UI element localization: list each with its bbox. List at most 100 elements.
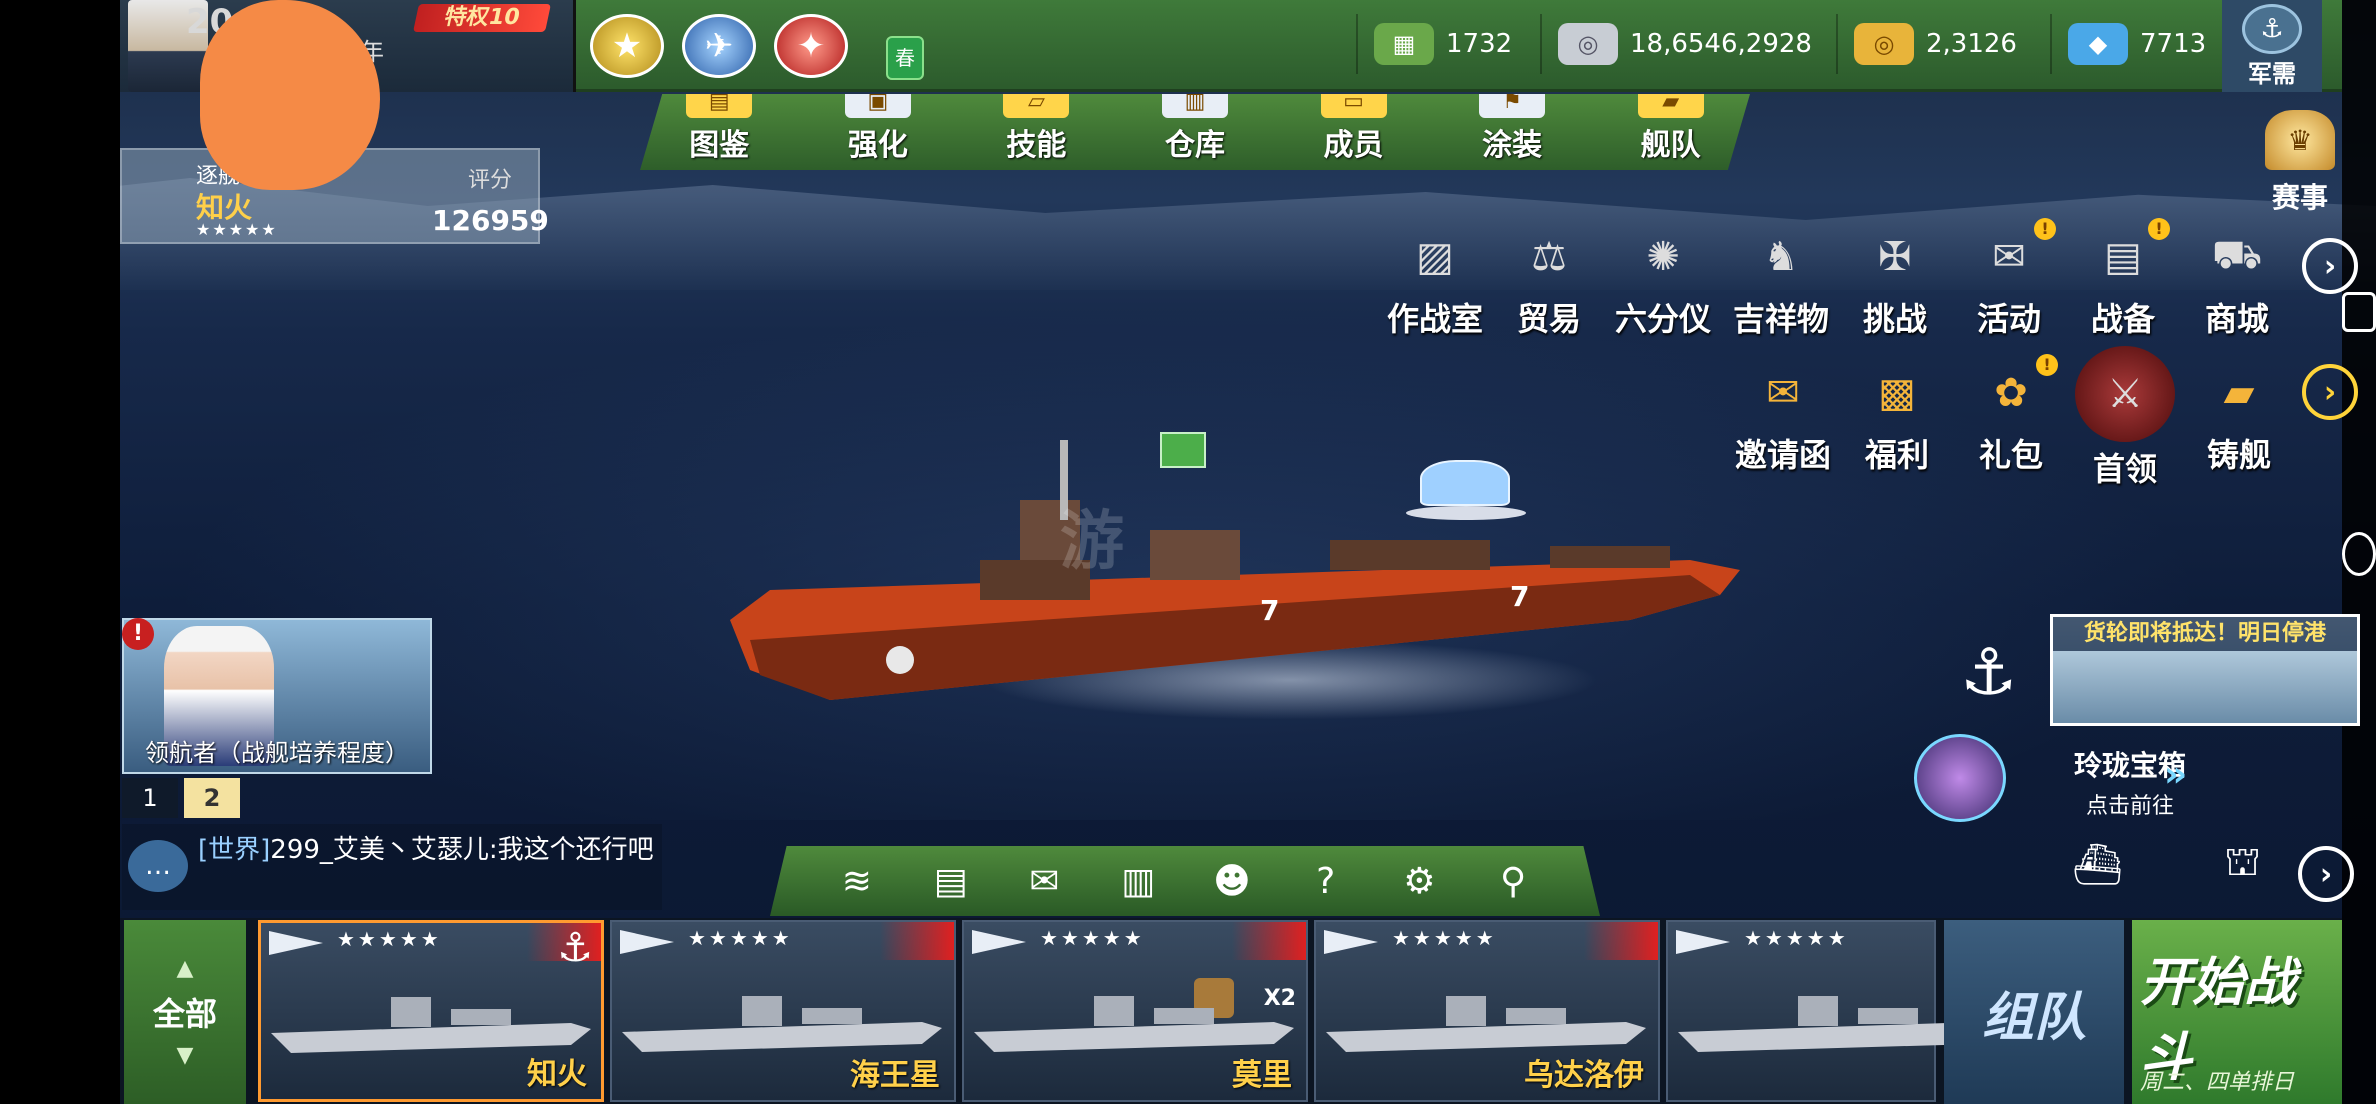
ship-card[interactable]: ★★★★★ 海王星 <box>610 920 956 1102</box>
chat-panel[interactable]: … [世界]299_艾美丶艾瑟儿:我这个还行吧 <box>122 824 662 910</box>
settings-gear-icon[interactable]: ⚙ <box>1389 856 1449 906</box>
ship-card[interactable]: ★★★★★ ⚓ 知火 <box>258 920 604 1102</box>
treasure-chest-icon: ▩ <box>1878 370 1916 416</box>
silver-currency[interactable]: ◎ 18,6546,2928 <box>1540 14 1812 74</box>
feature-activity[interactable]: ✉! 活动 <box>1954 218 2064 340</box>
ship-card[interactable]: ★★★★★ X2 莫里 <box>962 920 1308 1102</box>
watermark: 游 <box>1060 505 1124 579</box>
help-icon[interactable]: ? <box>1296 856 1356 906</box>
feature-boss[interactable]: ⚔ 首领 <box>2070 346 2180 490</box>
navy-medal-icon[interactable]: ✈ <box>682 14 756 78</box>
nav-codex[interactable]: ▤ 图鉴 <box>649 94 789 164</box>
rank-medal-icon[interactable]: ★ <box>590 14 664 78</box>
events-button[interactable]: ♛ 赛事 <box>2260 110 2340 220</box>
logistics-button[interactable]: ⚓ 军需 <box>2222 0 2322 92</box>
silver-coin-icon: ◎ <box>1558 23 1618 65</box>
side-tab-1[interactable] <box>2342 292 2376 332</box>
ship-class-icon <box>269 931 323 955</box>
friends-icon[interactable]: ☻ <box>1202 856 1262 906</box>
chat-channel: [世界] <box>198 835 271 865</box>
ingot-icon: ▰ <box>2223 370 2255 416</box>
chat-bubble-icon[interactable]: … <box>128 840 188 892</box>
start-battle-button[interactable]: 开始战斗 周二、四单排日 <box>2132 920 2342 1104</box>
nav-upgrade[interactable]: ▣ 强化 <box>808 94 948 164</box>
feature-challenge[interactable]: ✠ 挑战 <box>1840 222 1950 340</box>
nav-fleet[interactable]: ▰ 舰队 <box>1601 94 1741 164</box>
double-chevron-icon: » <box>2164 754 2188 795</box>
cargo-ship-icon[interactable]: ⛴ <box>2050 834 2145 894</box>
ship-class-icon <box>1676 930 1730 954</box>
feature-war-room[interactable]: ▨ 作战室 <box>1380 222 1490 340</box>
nav-crew[interactable]: ▭ 成员 <box>1284 94 1424 164</box>
anchor-icon[interactable]: ⚓ <box>1960 636 2017 710</box>
map-icon: ▨ <box>1416 234 1454 280</box>
alert-icon: ! <box>122 618 154 650</box>
trophy-icon: ♛ <box>2265 110 2335 170</box>
feature-shop[interactable]: ⛟ 商城 <box>2182 222 2292 340</box>
nav-skills[interactable]: ▱ 技能 <box>966 94 1106 164</box>
feature-readiness[interactable]: ▤! 战备 <box>2068 218 2178 340</box>
jade-chest-link[interactable]: 玲珑宝箱 点击前往 <box>2030 744 2230 820</box>
diamond-currency[interactable]: ◆ 7713 <box>2050 14 2206 74</box>
logistics-icon: ⚓ <box>2242 3 2302 54</box>
page-2-tab[interactable]: 2 <box>184 778 240 818</box>
ship-stars: ★★★★★ <box>196 220 278 239</box>
feature-trade[interactable]: ⚖ 贸易 <box>1494 222 1604 340</box>
feature-invite[interactable]: ✉ 邀请函 <box>1728 358 1838 476</box>
down-arrow-icon: ▼ <box>176 1043 194 1068</box>
navigator-pager: 1 2 <box>122 778 240 818</box>
filter-all-button[interactable]: ▲ 全部 ▼ <box>124 920 246 1104</box>
wings-icon: ✠ <box>1878 234 1912 280</box>
side-tab-2[interactable] <box>2342 532 2376 576</box>
jade-chest-icon[interactable] <box>1914 734 2006 822</box>
team-up-button[interactable]: 组队 <box>1944 920 2124 1104</box>
gold-currency[interactable]: ◎ 2,3126 <box>1836 14 2017 74</box>
alert-badge-icon: ! <box>2036 354 2058 376</box>
rating-label: 评分 <box>468 168 513 193</box>
gold-coin-icon: ◎ <box>1854 23 1914 65</box>
expand-row2-arrow-icon[interactable]: › <box>2302 364 2358 420</box>
privilege-badge[interactable]: 特权10 <box>413 4 551 32</box>
feature-gift-pack[interactable]: ✿! 礼包 <box>1956 354 2066 476</box>
ship-class-icon <box>620 930 674 954</box>
anchor-icon: ⚓ <box>557 925 593 971</box>
feature-welfare[interactable]: ▩ 福利 <box>1842 358 1952 476</box>
ship-card[interactable]: ★★★★★ <box>1666 920 1998 1102</box>
main-nav: ▤ 图鉴 ▣ 强化 ▱ 技能 ▥ 仓库 ▭ 成员 ⚑ 涂装 ▰ 舰队 <box>640 94 1750 170</box>
crane-icon[interactable]: ⛫ <box>2195 834 2290 894</box>
nav-warehouse[interactable]: ▥ 仓库 <box>1125 94 1265 164</box>
ship-class-icon <box>972 930 1026 954</box>
army-medal-icon[interactable]: ✦ <box>774 14 848 78</box>
hull-number: 7 <box>1510 580 1529 613</box>
destroyer-ship[interactable]: 7 7 <box>730 420 1740 700</box>
cash-currency[interactable]: ▦ 1732 <box>1356 14 1512 74</box>
location-pin-icon[interactable]: ⚲ <box>1483 856 1543 906</box>
page-1-tab[interactable]: 1 <box>122 778 178 818</box>
alert-badge-icon: ! <box>2034 218 2056 240</box>
bottom-toolbar: ≋ ▤ ✉ ▥ ☻ ? ⚙ ⚲ <box>770 846 1600 916</box>
feature-shipcast[interactable]: ▰ 铸舰 <box>2184 358 2294 476</box>
expand-port-arrow-icon[interactable]: › <box>2298 846 2354 902</box>
chat-message: 299_艾美丶艾瑟儿:我这个还行吧 <box>270 835 654 865</box>
crossed-swords-icon: ⚔ <box>2075 346 2175 442</box>
port-icons: ⛴ ⛫ <box>2050 824 2290 904</box>
ship-class-icon <box>1324 930 1378 954</box>
cash-icon: ▦ <box>1374 23 1434 65</box>
feature-mascot[interactable]: ♞ 吉祥物 <box>1726 222 1836 340</box>
rating-value: 126959 <box>432 204 549 237</box>
feature-sextant[interactable]: ✺ 六分仪 <box>1608 222 1718 340</box>
nav-paint[interactable]: ⚑ 涂装 <box>1442 94 1582 164</box>
task-list-icon[interactable]: ▤ <box>921 856 981 906</box>
alert-badge-icon: ! <box>2148 218 2170 240</box>
left-letterbox <box>0 0 120 1104</box>
hull-number: 7 <box>1260 594 1279 627</box>
collapse-chevrons-icon[interactable]: ≋ <box>827 856 887 906</box>
ship-card[interactable]: ★★★★★ 乌达洛伊 <box>1314 920 1660 1102</box>
cargo-banner[interactable]: 货轮即将抵达！明日停港 <box>2050 614 2360 726</box>
navigator-card[interactable]: ! 领航者（战舰培养程度） <box>122 618 432 774</box>
expand-row1-arrow-icon[interactable]: › <box>2302 238 2358 294</box>
rankings-icon[interactable]: ▥ <box>1108 856 1168 906</box>
birthday-cake-icon[interactable] <box>1406 460 1526 520</box>
spring-badge[interactable]: 春 <box>886 36 924 80</box>
mail-icon[interactable]: ✉ <box>1014 856 1074 906</box>
